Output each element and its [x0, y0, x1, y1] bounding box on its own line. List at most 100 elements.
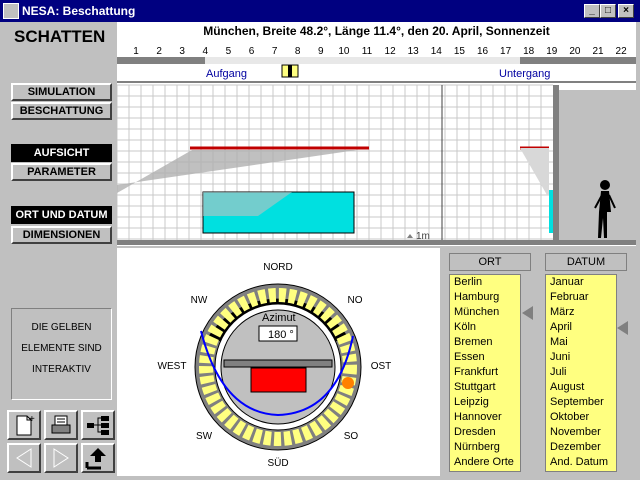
list-item[interactable]: Köln: [450, 320, 520, 335]
minimize-button[interactable]: _: [584, 4, 600, 18]
network-button[interactable]: [81, 410, 115, 440]
list-item[interactable]: Leipzig: [450, 395, 520, 410]
hour-tick-label: 16: [477, 46, 489, 57]
label-south: SÜD: [267, 457, 288, 469]
time-slider-grip: [288, 65, 292, 77]
svg-text:+: +: [29, 414, 35, 425]
window-title: NESA: Beschattung: [22, 4, 136, 18]
label-northwest: NW: [191, 295, 208, 306]
list-item[interactable]: Stuttgart: [450, 380, 520, 395]
arrow-left-icon: [16, 448, 32, 468]
app-title: SCHATTEN: [14, 27, 106, 46]
label-east: OST: [371, 361, 392, 372]
date-pointer-icon: [617, 321, 628, 335]
label-northeast: NO: [348, 295, 363, 306]
hour-tick-label: 8: [295, 46, 301, 57]
list-item[interactable]: Berlin: [450, 275, 520, 290]
hint-line-1: DIE GELBEN: [31, 322, 92, 333]
list-item[interactable]: August: [546, 380, 616, 395]
location-list[interactable]: Berlin Hamburg München Köln Bremen Essen Frank…: [449, 274, 521, 472]
new-file-icon: +: [16, 414, 35, 436]
list-item[interactable]: And. Datum: [546, 455, 616, 470]
list-item[interactable]: Dezember: [546, 440, 616, 455]
list-item[interactable]: Bremen: [450, 335, 520, 350]
app-icon[interactable]: [3, 3, 19, 19]
list-item[interactable]: März: [546, 305, 616, 320]
hour-tick-label: 3: [179, 46, 185, 57]
list-item[interactable]: Andere Orte: [450, 455, 520, 470]
hour-axis: 1234567891011121314151617181920212223: [133, 46, 628, 57]
hour-tick-label: 1: [133, 46, 139, 57]
timeline-and-elevation: 1234567891011121314151617181920212223 Au…: [117, 46, 636, 245]
hour-tick-label: 2: [156, 46, 162, 57]
wall-section: [553, 85, 559, 240]
location-date-button[interactable]: ORT UND DATUM: [11, 206, 112, 224]
list-item[interactable]: Oktober: [546, 410, 616, 425]
simulation-button[interactable]: SIMULATION: [11, 83, 112, 101]
sun-position[interactable]: [342, 377, 354, 389]
list-item[interactable]: Juni: [546, 350, 616, 365]
date-list[interactable]: Januar Februar März April Mai Juni Juli August S…: [545, 274, 617, 472]
hour-tick-label: 19: [546, 46, 558, 57]
forward-button[interactable]: [44, 443, 78, 473]
hour-tick-label: 12: [385, 46, 397, 57]
top-view-button[interactable]: AUFSICHT: [11, 144, 112, 162]
scale-label: 1m: [416, 231, 430, 242]
back-button[interactable]: [7, 443, 41, 473]
list-item[interactable]: Mai: [546, 335, 616, 350]
compass-diagram: Azimut 180 ° NORD NW NO WEST OST SW SO S…: [158, 262, 392, 469]
list-item[interactable]: Hannover: [450, 410, 520, 425]
building-wall: [223, 359, 333, 368]
hour-tick-label: 7: [272, 46, 278, 57]
section-shadow: [520, 148, 553, 195]
exit-arrow-icon: [85, 448, 106, 470]
list-item[interactable]: April: [546, 320, 616, 335]
parameters-button[interactable]: PARAMETER: [11, 163, 112, 181]
azimut-label: Azimut: [262, 312, 296, 324]
label-west: WEST: [158, 361, 187, 372]
location-list-header: ORT: [449, 253, 531, 271]
list-item[interactable]: September: [546, 395, 616, 410]
list-item[interactable]: Januar: [546, 275, 616, 290]
dimensions-button[interactable]: DIMENSIONEN: [11, 226, 112, 244]
list-item[interactable]: Februar: [546, 290, 616, 305]
list-item[interactable]: Dresden: [450, 425, 520, 440]
floor-line: [117, 240, 636, 245]
hour-tick-label: 22: [616, 46, 628, 57]
hour-tick-label: 15: [454, 46, 466, 57]
label-north: NORD: [263, 262, 292, 273]
list-item[interactable]: Essen: [450, 350, 520, 365]
list-item[interactable]: Nürnberg: [450, 440, 520, 455]
azimut-value: 180 °: [268, 329, 294, 341]
list-item[interactable]: München: [450, 305, 520, 320]
list-item[interactable]: Frankfurt: [450, 365, 520, 380]
person-head: [600, 180, 610, 190]
print-button[interactable]: [44, 410, 78, 440]
location-info-text: München, Breite 48.2°, Länge 11.4°, den …: [203, 24, 550, 38]
hint-line-2: ELEMENTE SIND: [21, 343, 102, 354]
new-file-button[interactable]: +: [7, 410, 41, 440]
hour-tick-label: 13: [408, 46, 420, 57]
list-item[interactable]: November: [546, 425, 616, 440]
list-item[interactable]: Hamburg: [450, 290, 520, 305]
label-southeast: SO: [344, 431, 359, 442]
daylight-span: [205, 57, 520, 64]
label-southwest: SW: [196, 431, 213, 442]
maximize-button[interactable]: □: [600, 4, 616, 18]
hour-tick-label: 4: [203, 46, 209, 57]
title-bar: NESA: Beschattung _ □ ×: [0, 0, 640, 22]
scale-arrow: [407, 234, 413, 238]
sunset-label: Untergang: [499, 68, 550, 80]
hour-tick-label: 18: [523, 46, 535, 57]
hour-tick-label: 11: [362, 46, 373, 57]
hour-tick-label: 5: [226, 46, 232, 57]
exit-button[interactable]: [81, 443, 115, 473]
arrow-right-icon: [53, 448, 69, 468]
building-room: [250, 367, 307, 393]
hour-tick-label: 10: [338, 46, 350, 57]
shading-button[interactable]: BESCHATTUNG: [11, 102, 112, 120]
hour-tick-label: 6: [249, 46, 255, 57]
list-item[interactable]: Juli: [546, 365, 616, 380]
network-icon: [87, 416, 109, 435]
close-button[interactable]: ×: [618, 4, 634, 18]
